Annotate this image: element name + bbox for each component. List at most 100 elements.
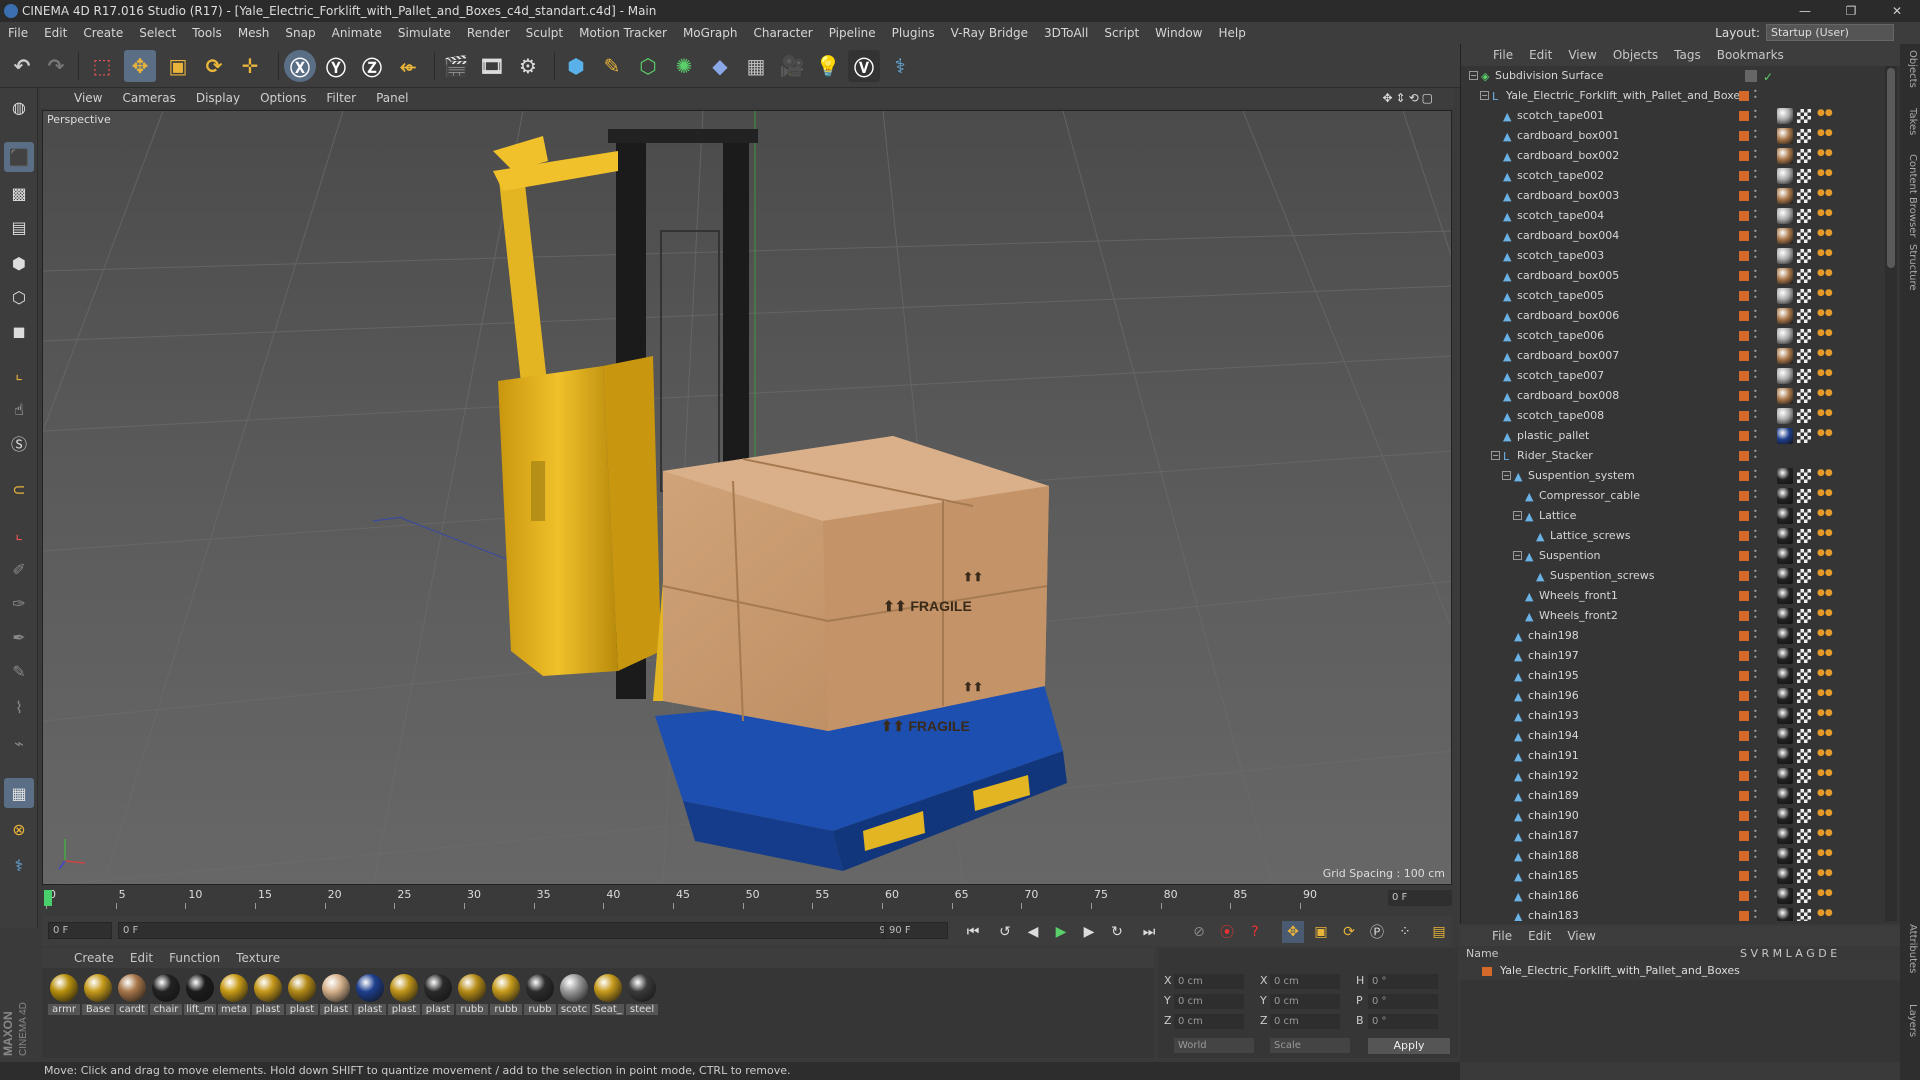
- visibility-dots-icon[interactable]: • •: [1753, 428, 1758, 443]
- visibility-dots-icon[interactable]: • •: [1753, 768, 1758, 783]
- object-row[interactable]: ▲ cardboard_box002 • • ●●: [1461, 146, 1885, 166]
- object-row[interactable]: ▲ Wheels_front2 • • ●●: [1461, 606, 1885, 626]
- object-row[interactable]: − ▲ Lattice • • ●●: [1461, 506, 1885, 526]
- layer-color-swatch[interactable]: [1739, 231, 1749, 241]
- phong-tag-icon[interactable]: ●●: [1817, 349, 1833, 362]
- object-menu-view[interactable]: View: [1560, 48, 1604, 62]
- material-tag-icon[interactable]: [1777, 268, 1793, 284]
- visibility-dots-icon[interactable]: • •: [1753, 748, 1758, 763]
- phong-tag-icon[interactable]: ●●: [1817, 169, 1833, 182]
- size-x-field[interactable]: 0 cm: [1270, 974, 1340, 989]
- material-swatch[interactable]: plast: [422, 974, 454, 1015]
- layer-color-swatch[interactable]: [1739, 511, 1749, 521]
- object-row[interactable]: ▲ cardboard_box003 • • ●●: [1461, 186, 1885, 206]
- phong-tag-icon[interactable]: ●●: [1817, 909, 1833, 921]
- texture-tag-icon[interactable]: [1797, 629, 1811, 643]
- material-menu-function[interactable]: Function: [161, 951, 228, 965]
- object-row[interactable]: ▲ scotch_tape001 • • ●●: [1461, 106, 1885, 126]
- material-swatch[interactable]: chair: [150, 974, 182, 1015]
- collapse-toggle-icon[interactable]: −: [1491, 451, 1500, 460]
- menu-plugins[interactable]: Plugins: [884, 26, 943, 40]
- layer-color-swatch[interactable]: [1739, 831, 1749, 841]
- phong-tag-icon[interactable]: ●●: [1817, 809, 1833, 822]
- texture-tag-icon[interactable]: [1797, 229, 1811, 243]
- material-tag-icon[interactable]: [1777, 648, 1793, 664]
- record-motion-icon[interactable]: ⊘: [1188, 921, 1210, 943]
- object-row[interactable]: ▲ chain188 • • ●●: [1461, 846, 1885, 866]
- visibility-dots-icon[interactable]: • •: [1753, 248, 1758, 263]
- menu-script[interactable]: Script: [1096, 26, 1147, 40]
- object-row[interactable]: ▲ scotch_tape007 • • ●●: [1461, 366, 1885, 386]
- texture-tag-icon[interactable]: [1797, 689, 1811, 703]
- material-tag-icon[interactable]: [1777, 408, 1793, 424]
- texture-tag-icon[interactable]: [1797, 509, 1811, 523]
- object-row[interactable]: ▲ scotch_tape002 • • ●●: [1461, 166, 1885, 186]
- layer-color-swatch[interactable]: [1739, 131, 1749, 141]
- light-icon[interactable]: 💡: [812, 50, 844, 82]
- texture-tag-icon[interactable]: [1797, 549, 1811, 563]
- material-tag-icon[interactable]: [1777, 248, 1793, 264]
- visibility-dots-icon[interactable]: • •: [1753, 268, 1758, 283]
- layer-color-swatch[interactable]: [1739, 751, 1749, 761]
- material-tag-icon[interactable]: [1777, 588, 1793, 604]
- layer-color-swatch[interactable]: [1739, 771, 1749, 781]
- recent-tool-icon[interactable]: ✛: [234, 50, 266, 82]
- material-tag-icon[interactable]: [1777, 908, 1793, 921]
- object-row[interactable]: ▲ plastic_pallet • • ●●: [1461, 426, 1885, 446]
- object-row[interactable]: ▲ chain186 • • ●●: [1461, 886, 1885, 906]
- visibility-dots-icon[interactable]: • •: [1753, 368, 1758, 383]
- material-tag-icon[interactable]: [1777, 788, 1793, 804]
- move-tool-icon[interactable]: ✥: [124, 50, 156, 82]
- side-tab-layers[interactable]: Layers: [1902, 1004, 1918, 1037]
- collapse-toggle-icon[interactable]: −: [1502, 471, 1511, 480]
- play-icon[interactable]: ▶: [1050, 921, 1072, 943]
- material-tag-icon[interactable]: [1777, 688, 1793, 704]
- size-z-field[interactable]: 0 cm: [1270, 1014, 1340, 1029]
- texture-tag-icon[interactable]: [1797, 889, 1811, 903]
- sculpt-smooth-icon[interactable]: ✑: [4, 588, 34, 618]
- texture-tag-icon[interactable]: [1797, 169, 1811, 183]
- visibility-dots-icon[interactable]: • •: [1753, 828, 1758, 843]
- phong-tag-icon[interactable]: ●●: [1817, 469, 1833, 482]
- layer-color-swatch[interactable]: [1739, 891, 1749, 901]
- axis-mode-icon[interactable]: ⌞: [4, 358, 34, 388]
- material-swatch[interactable]: cardt: [116, 974, 148, 1015]
- layer-color-swatch[interactable]: [1739, 791, 1749, 801]
- material-tag-icon[interactable]: [1777, 308, 1793, 324]
- menu-motion-tracker[interactable]: Motion Tracker: [571, 26, 675, 40]
- magnet-snap-icon[interactable]: ⊗: [4, 814, 34, 844]
- python-script-icon[interactable]: ⚕: [4, 850, 34, 880]
- object-row[interactable]: ▲ scotch_tape006 • • ●●: [1461, 326, 1885, 346]
- layer-color-swatch[interactable]: [1739, 591, 1749, 601]
- texture-tag-icon[interactable]: [1797, 109, 1811, 123]
- phong-tag-icon[interactable]: ●●: [1817, 549, 1833, 562]
- material-tag-icon[interactable]: [1777, 128, 1793, 144]
- visibility-dots-icon[interactable]: • •: [1753, 448, 1758, 463]
- texture-tag-icon[interactable]: [1797, 149, 1811, 163]
- layer-color-swatch[interactable]: [1739, 431, 1749, 441]
- texture-tag-icon[interactable]: [1797, 429, 1811, 443]
- object-row[interactable]: − ◈ Subdivision Surface ✓: [1461, 66, 1885, 86]
- undo-icon[interactable]: ↶: [6, 50, 38, 82]
- object-row[interactable]: ▲ Suspention_screws • • ●●: [1461, 566, 1885, 586]
- object-row[interactable]: ▲ chain183 • • ●●: [1461, 906, 1885, 921]
- menu-select[interactable]: Select: [131, 26, 184, 40]
- visibility-dots-icon[interactable]: • •: [1753, 788, 1758, 803]
- make-editable-icon[interactable]: ◍: [4, 92, 34, 122]
- texture-tag-icon[interactable]: [1797, 709, 1811, 723]
- material-tag-icon[interactable]: [1777, 168, 1793, 184]
- material-swatch[interactable]: rubb: [524, 974, 556, 1015]
- preview-range-slider[interactable]: 0 F 90 F: [118, 922, 908, 939]
- material-tag-icon[interactable]: [1777, 148, 1793, 164]
- object-row[interactable]: ▲ chain189 • • ●●: [1461, 786, 1885, 806]
- menu-file[interactable]: File: [0, 26, 36, 40]
- texture-tag-icon[interactable]: [1797, 609, 1811, 623]
- object-row[interactable]: ▲ Lattice_screws • • ●●: [1461, 526, 1885, 546]
- menu-sculpt[interactable]: Sculpt: [518, 26, 571, 40]
- layer-color-swatch[interactable]: [1739, 651, 1749, 661]
- material-swatch[interactable]: meta: [218, 974, 250, 1015]
- visibility-dots-icon[interactable]: • •: [1753, 228, 1758, 243]
- next-frame-icon[interactable]: ▶: [1078, 921, 1100, 943]
- visibility-dots-icon[interactable]: • •: [1753, 508, 1758, 523]
- phong-tag-icon[interactable]: ●●: [1817, 329, 1833, 342]
